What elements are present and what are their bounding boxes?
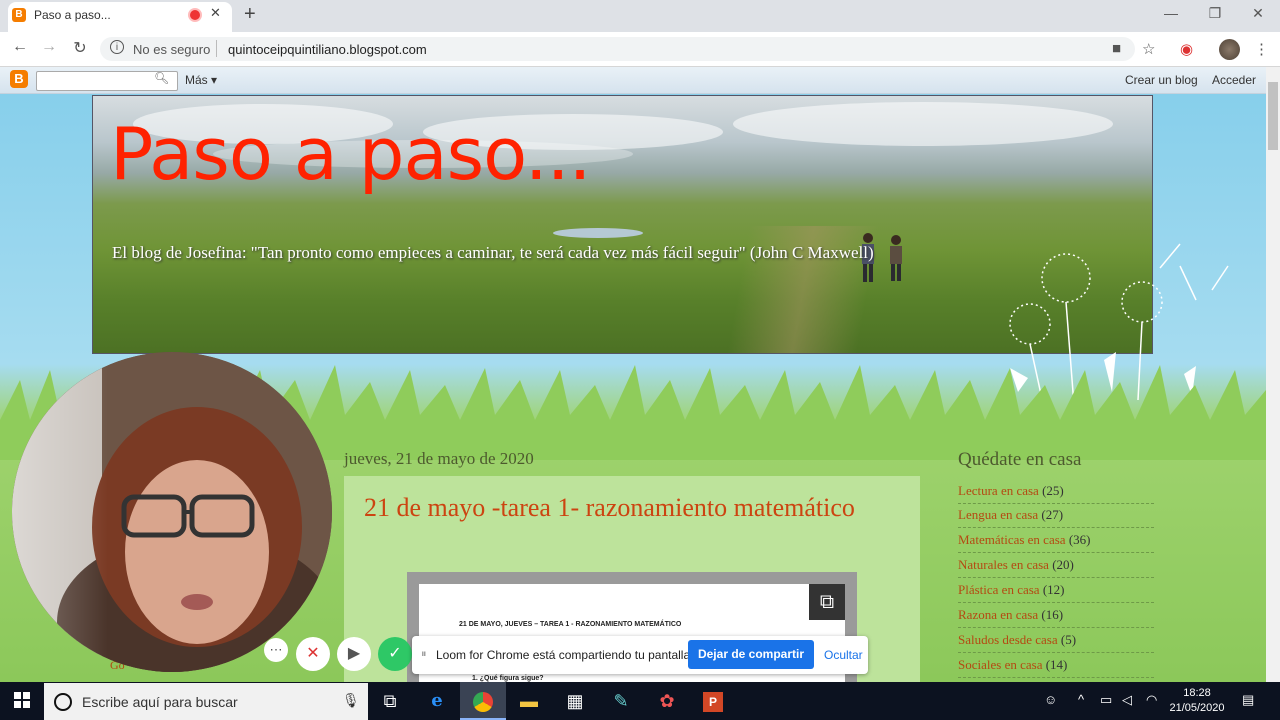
sidebar-item-count: (25) [1042, 483, 1064, 498]
sidebar-item-label[interactable]: Sociales en casa [958, 657, 1042, 672]
sidebar-item-count: (20) [1052, 557, 1074, 572]
blog-description: El blog de Josefina: "Tan pronto como em… [112, 243, 874, 262]
file-explorer-icon[interactable]: ▬ [506, 682, 552, 720]
drag-handle-icon[interactable]: ⏸ [421, 648, 427, 661]
hide-button[interactable]: Ocultar [824, 648, 863, 662]
pause-recording-icon[interactable]: ▶ [337, 637, 371, 671]
sidebar-item[interactable]: Naturales en casa (20) [958, 557, 1154, 578]
blogger-favicon-icon: B [12, 8, 26, 22]
sidebar-item-count: (5) [1060, 632, 1077, 647]
people-icon[interactable]: ☺ [1044, 692, 1057, 707]
finish-recording-icon[interactable]: ✓ [378, 637, 412, 671]
more-options-icon[interactable]: ⋯ [264, 638, 288, 662]
camera-icon[interactable]: ■ [1112, 40, 1121, 57]
back-icon[interactable]: ← [9, 38, 31, 56]
restore-icon[interactable]: ❐ [1200, 5, 1230, 22]
sidebar-item-label[interactable]: Lengua en casa [958, 507, 1038, 522]
sidebar-item-count: (16) [1041, 607, 1064, 622]
loom-extension-icon[interactable]: ◉ [1180, 40, 1193, 58]
powerpoint-icon[interactable]: P [690, 682, 736, 720]
taskbar-search-placeholder[interactable]: Escribe aquí para buscar [82, 694, 238, 710]
popout-icon[interactable]: ⧉ [809, 584, 845, 620]
sidebar-item-label[interactable]: Saludos desde casa [958, 632, 1058, 647]
taskbar-clock[interactable]: 18:28 21/05/2020 [1168, 686, 1226, 716]
bookmark-star-icon[interactable]: ☆ [1142, 40, 1155, 58]
scrollbar-thumb[interactable] [1268, 82, 1278, 150]
battery-icon[interactable]: ▭ [1100, 692, 1112, 708]
loom-sharing-message: Loom for Chrome está compartiendo tu pan… [436, 648, 694, 662]
sidebar-item[interactable]: Plástica en casa (12) [958, 582, 1154, 603]
sidebar-item[interactable]: Sociales en casa (14) [958, 657, 1154, 678]
sidebar-item-count: (14) [1045, 657, 1068, 672]
security-label[interactable]: No es seguro [133, 42, 210, 57]
profile-avatar[interactable] [1219, 39, 1240, 60]
post-date: jueves, 21 de mayo de 2020 [344, 449, 534, 468]
document-question: 1. ¿Qué figura sigue? [472, 675, 544, 682]
task-view-icon[interactable]: ⧉ [367, 682, 413, 720]
sidebar-item-count: (12) [1042, 582, 1065, 597]
more-menu[interactable]: Más ▾ [185, 73, 217, 87]
webcam-glare [12, 352, 332, 672]
blog-title[interactable]: Paso a paso... [110, 112, 592, 196]
close-window-icon[interactable]: ✕ [1243, 5, 1273, 22]
sidebar-item[interactable]: Lectura en casa (25) [958, 483, 1154, 504]
sidebar-item[interactable]: Matemáticas en casa (36) [958, 532, 1154, 553]
sidebar-item-count: (36) [1068, 532, 1091, 547]
tab-title: Paso a paso... [34, 8, 111, 22]
sidebar-item-label[interactable]: Matemáticas en casa [958, 532, 1066, 547]
sidebar-title: Quédate en casa [958, 449, 1082, 470]
wifi-icon[interactable]: ◠ [1146, 692, 1157, 708]
sidebar-item-count: (27) [1041, 507, 1064, 522]
sidebar-item[interactable]: Lengua en casa (27) [958, 507, 1154, 528]
edge-icon[interactable]: e [414, 682, 460, 720]
stop-sharing-button[interactable]: Dejar de compartir [688, 640, 814, 669]
post-title[interactable]: 21 de mayo -tarea 1- razonamiento matemá… [364, 492, 884, 524]
menu-dots-icon[interactable]: ⋮ [1254, 40, 1269, 58]
clock-date: 21/05/2020 [1169, 702, 1225, 714]
sidebar-item-label[interactable]: Razona en casa [958, 607, 1038, 622]
app-icon[interactable]: ✿ [644, 682, 690, 720]
new-tab-button[interactable]: + [244, 3, 256, 26]
close-tab-icon[interactable]: ✕ [210, 5, 221, 21]
sidebar-item-label[interactable]: Naturales en casa [958, 557, 1049, 572]
microphone-icon[interactable]: 🎙︎ [342, 692, 360, 709]
omnibox-divider [216, 40, 217, 57]
cancel-recording-icon[interactable]: ✕ [296, 637, 330, 671]
tray-chevron-icon[interactable]: ^ [1078, 692, 1084, 707]
sign-in-link[interactable]: Acceder [1212, 73, 1256, 87]
create-blog-link[interactable]: Crear un blog [1125, 73, 1198, 87]
sidebar-item[interactable]: Saludos desde casa (5) [958, 632, 1154, 653]
windows-start-icon[interactable] [14, 692, 30, 708]
minimize-icon[interactable]: — [1156, 5, 1186, 21]
search-icon[interactable]: 🔍︎ [154, 71, 169, 85]
clock-time: 18:28 [1183, 687, 1211, 699]
notifications-icon[interactable]: ▤ [1242, 692, 1254, 708]
blogger-logo-icon[interactable]: B [10, 70, 28, 88]
forward-icon[interactable]: → [38, 38, 60, 56]
chrome-icon[interactable] [460, 682, 506, 720]
reload-icon[interactable]: ↻ [69, 38, 91, 58]
paint-icon[interactable]: ✎ [598, 682, 644, 720]
scrollbar[interactable] [1266, 67, 1280, 682]
url-text[interactable]: quintoceipquintiliano.blogspot.com [228, 42, 427, 57]
document-heading: 21 DE MAYO, JUEVES – TAREA 1 - RAZONAMIE… [459, 621, 682, 628]
volume-icon[interactable]: ◁ [1122, 692, 1132, 708]
info-icon[interactable]: i [110, 40, 124, 54]
sidebar-item-label[interactable]: Plástica en casa [958, 582, 1040, 597]
sidebar-item-label[interactable]: Lectura en casa [958, 483, 1039, 498]
recording-icon [190, 10, 200, 20]
sidebar-item[interactable]: Razona en casa (16) [958, 607, 1154, 628]
calculator-icon[interactable]: ▦ [552, 682, 598, 720]
cortana-icon [54, 693, 72, 711]
